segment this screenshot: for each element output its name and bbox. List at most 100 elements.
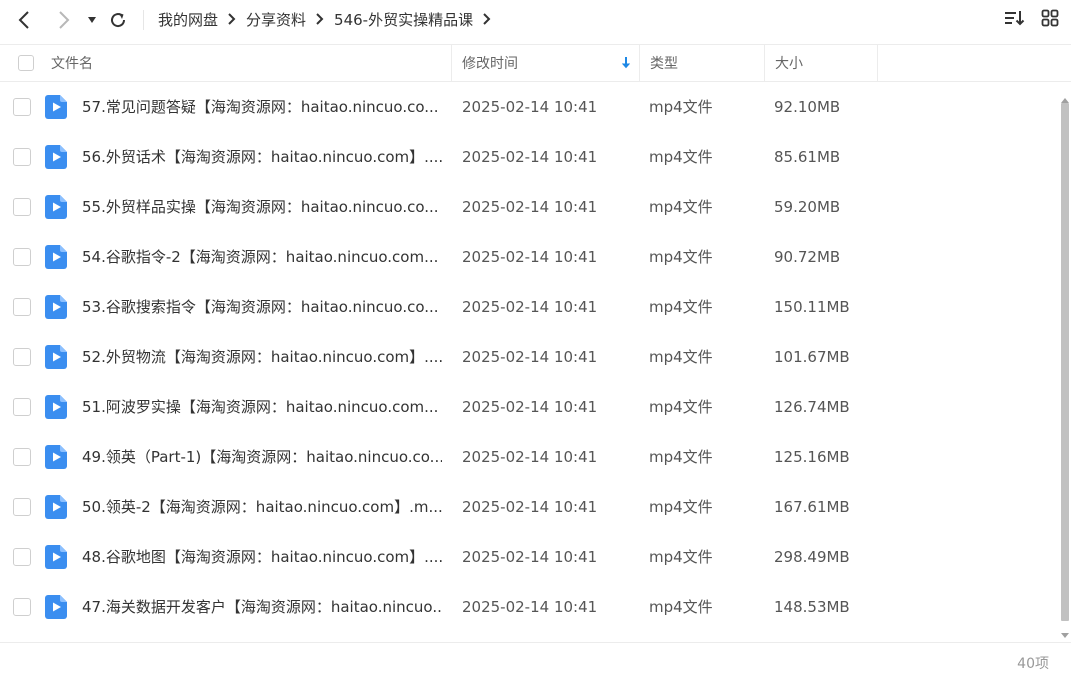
breadcrumb-item-current-folder[interactable]: 546-外贸实操精品课 xyxy=(334,9,473,30)
sort-icon xyxy=(1004,9,1026,31)
file-name[interactable]: 48.谷歌地图【海淘资源网：haitao.nincuo.com】.... xyxy=(82,532,442,582)
file-size: 85.61MB xyxy=(774,148,841,166)
row-checkbox[interactable] xyxy=(13,148,31,166)
file-name[interactable]: 52.外贸物流【海淘资源网：haitao.nincuo.com】.... xyxy=(82,332,442,382)
grid-view-icon xyxy=(1041,9,1059,31)
file-type: mp4文件 xyxy=(649,398,713,416)
file-name[interactable]: 50.领英-2【海淘资源网：haitao.nincuo.com】.m... xyxy=(82,482,442,532)
file-list-header: 文件名 修改时间 类型 大小 xyxy=(0,44,1071,82)
file-row[interactable]: 50.领英-2【海淘资源网：haitao.nincuo.com】.m... 202… xyxy=(0,482,1058,532)
file-modified-time: 2025-02-14 10:41 xyxy=(462,598,598,616)
file-row[interactable]: 49.领英（Part-1)【海淘资源网：haitao.nincuo.co... 2… xyxy=(0,432,1058,482)
breadcrumb-item-shared[interactable]: 分享资料 xyxy=(246,9,306,30)
file-modified-time: 2025-02-14 10:41 xyxy=(462,498,598,516)
chevron-right-icon xyxy=(315,13,324,25)
file-type: mp4文件 xyxy=(649,598,713,616)
file-name[interactable]: 54.谷歌指令-2【海淘资源网：haitao.nincuo.com... xyxy=(82,232,442,282)
file-name[interactable]: 55.外贸样品实操【海淘资源网：haitao.nincuo.co... xyxy=(82,182,442,232)
file-type: mp4文件 xyxy=(649,298,713,316)
file-type: mp4文件 xyxy=(649,448,713,466)
row-checkbox[interactable] xyxy=(13,298,31,316)
column-header-modified[interactable]: 修改时间 xyxy=(462,45,518,81)
row-checkbox[interactable] xyxy=(13,448,31,466)
file-row[interactable]: 53.谷歌搜索指令【海淘资源网：haitao.nincuo.co... 2025-… xyxy=(0,282,1058,332)
file-size: 90.72MB xyxy=(774,248,841,266)
column-header-type[interactable]: 类型 xyxy=(650,45,678,81)
video-file-icon xyxy=(45,345,67,369)
toolbar-divider xyxy=(143,10,144,30)
file-size: 92.10MB xyxy=(774,98,841,116)
file-size: 59.20MB xyxy=(774,198,841,216)
file-name[interactable]: 49.领英（Part-1)【海淘资源网：haitao.nincuo.co... xyxy=(82,432,442,482)
file-size: 167.61MB xyxy=(774,498,850,516)
file-size: 148.53MB xyxy=(774,598,850,616)
file-type: mp4文件 xyxy=(649,198,713,216)
row-checkbox[interactable] xyxy=(13,248,31,266)
file-size: 298.49MB xyxy=(774,548,850,566)
row-checkbox[interactable] xyxy=(13,548,31,566)
forward-button[interactable] xyxy=(52,8,76,32)
history-dropdown-button[interactable] xyxy=(80,8,104,32)
column-divider xyxy=(764,45,765,81)
row-checkbox[interactable] xyxy=(13,98,31,116)
file-type: mp4文件 xyxy=(649,248,713,266)
file-modified-time: 2025-02-14 10:41 xyxy=(462,548,598,566)
column-header-name[interactable]: 文件名 xyxy=(51,45,93,81)
file-modified-time: 2025-02-14 10:41 xyxy=(462,448,598,466)
chevron-right-icon[interactable] xyxy=(482,13,491,25)
file-type: mp4文件 xyxy=(649,498,713,516)
file-type: mp4文件 xyxy=(649,148,713,166)
file-row[interactable]: 55.外贸样品实操【海淘资源网：haitao.nincuo.co... 2025-… xyxy=(0,182,1058,232)
column-header-size[interactable]: 大小 xyxy=(775,45,803,81)
file-modified-time: 2025-02-14 10:41 xyxy=(462,148,598,166)
file-name[interactable]: 51.阿波罗实操【海淘资源网：haitao.nincuo.com... xyxy=(82,382,442,432)
file-name[interactable]: 53.谷歌搜索指令【海淘资源网：haitao.nincuo.co... xyxy=(82,282,442,332)
status-bar: 40项 xyxy=(0,642,1071,677)
row-checkbox[interactable] xyxy=(13,398,31,416)
file-size: 150.11MB xyxy=(774,298,850,316)
dropdown-triangle-icon xyxy=(87,16,97,24)
refresh-icon xyxy=(109,11,127,29)
file-row[interactable]: 52.外贸物流【海淘资源网：haitao.nincuo.com】.... 2025… xyxy=(0,332,1058,382)
file-type: mp4文件 xyxy=(649,548,713,566)
sort-button[interactable] xyxy=(1003,8,1027,32)
back-arrow-icon xyxy=(17,11,31,29)
row-checkbox[interactable] xyxy=(13,198,31,216)
column-divider xyxy=(639,45,640,81)
file-row[interactable]: 57.常见问题答疑【海淘资源网：haitao.nincuo.co... 2025-… xyxy=(0,82,1058,132)
row-checkbox[interactable] xyxy=(13,348,31,366)
file-size: 101.67MB xyxy=(774,348,850,366)
file-row[interactable]: 56.外贸话术【海淘资源网：haitao.nincuo.com】.... 2025… xyxy=(0,132,1058,182)
file-row[interactable]: 51.阿波罗实操【海淘资源网：haitao.nincuo.com... 2025-… xyxy=(0,382,1058,432)
file-name[interactable]: 47.海关数据开发客户【海淘资源网：haitao.nincuo... xyxy=(82,582,442,632)
file-row[interactable]: 54.谷歌指令-2【海淘资源网：haitao.nincuo.com... 2025… xyxy=(0,232,1058,282)
column-divider xyxy=(877,45,878,81)
file-type: mp4文件 xyxy=(649,98,713,116)
sort-down-arrow-icon xyxy=(620,55,632,75)
file-modified-time: 2025-02-14 10:41 xyxy=(462,98,598,116)
file-name[interactable]: 56.外贸话术【海淘资源网：haitao.nincuo.com】.... xyxy=(82,132,442,182)
video-file-icon xyxy=(45,195,67,219)
file-modified-time: 2025-02-14 10:41 xyxy=(462,398,598,416)
scrollbar-thumb[interactable] xyxy=(1061,103,1069,621)
forward-arrow-icon xyxy=(57,11,71,29)
row-checkbox[interactable] xyxy=(13,598,31,616)
video-file-icon xyxy=(45,445,67,469)
file-size: 126.74MB xyxy=(774,398,850,416)
breadcrumb-item-my-drive[interactable]: 我的网盘 xyxy=(158,9,218,30)
file-modified-time: 2025-02-14 10:41 xyxy=(462,198,598,216)
file-modified-time: 2025-02-14 10:41 xyxy=(462,348,598,366)
breadcrumb: 我的网盘 分享资料 546-外贸实操精品课 xyxy=(158,0,501,38)
grid-view-button[interactable] xyxy=(1038,8,1062,32)
file-list: 57.常见问题答疑【海淘资源网：haitao.nincuo.co... 2025-… xyxy=(0,82,1058,642)
select-all-checkbox[interactable] xyxy=(18,55,34,71)
refresh-button[interactable] xyxy=(106,8,130,32)
file-name[interactable]: 57.常见问题答疑【海淘资源网：haitao.nincuo.co... xyxy=(82,82,442,132)
file-row[interactable]: 47.海关数据开发客户【海淘资源网：haitao.nincuo... 2025-0… xyxy=(0,582,1058,632)
video-file-icon xyxy=(45,295,67,319)
video-file-icon xyxy=(45,145,67,169)
back-button[interactable] xyxy=(12,8,36,32)
video-file-icon xyxy=(45,495,67,519)
file-row[interactable]: 48.谷歌地图【海淘资源网：haitao.nincuo.com】.... 2025… xyxy=(0,532,1058,582)
row-checkbox[interactable] xyxy=(13,498,31,516)
